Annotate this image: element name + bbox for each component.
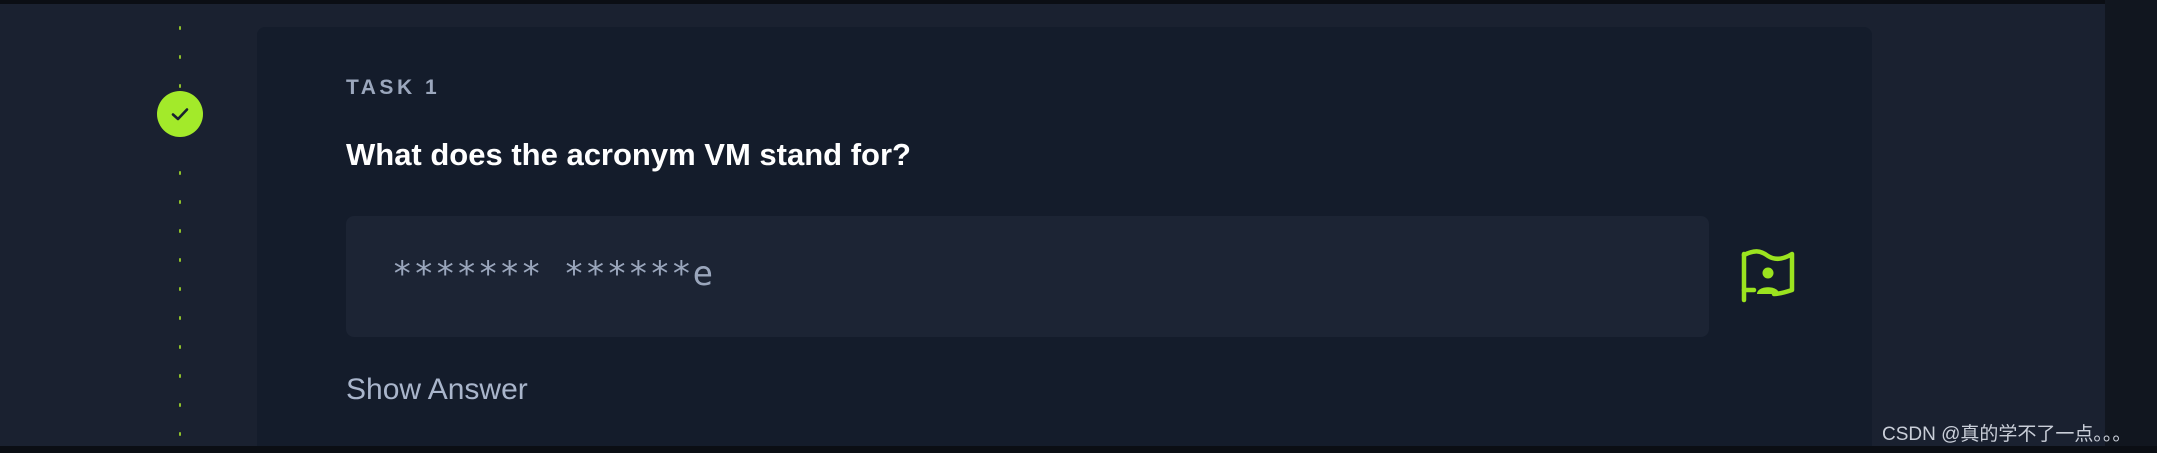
scroll-gutter — [2105, 0, 2157, 453]
timeline-dot — [179, 258, 181, 262]
flag-person-icon[interactable] — [1740, 248, 1796, 304]
timeline-dot — [179, 55, 181, 59]
task-question: What does the acronym VM stand for? — [346, 137, 911, 172]
timeline-dot — [179, 26, 181, 30]
timeline-dot — [179, 287, 181, 291]
timeline-dot — [179, 374, 181, 378]
timeline-dot — [179, 432, 181, 436]
timeline-dot — [179, 316, 181, 320]
task-label: TASK 1 — [346, 76, 441, 99]
timeline-dot — [179, 403, 181, 407]
bottom-border — [0, 446, 2157, 453]
timeline-dot — [179, 171, 181, 175]
task-timeline — [178, 4, 182, 446]
answer-value: ******* ******e — [392, 254, 715, 294]
timeline-dot — [179, 84, 181, 88]
check-icon — [171, 108, 189, 121]
timeline-dot — [179, 229, 181, 233]
timeline-dot — [179, 200, 181, 204]
task-completed-indicator — [157, 91, 203, 137]
watermark: CSDN @真的学不了一点。。。 — [1882, 424, 2132, 445]
timeline-dot — [179, 345, 181, 349]
answer-field[interactable]: ******* ******e — [346, 216, 1709, 337]
show-answer-link[interactable]: Show Answer — [346, 373, 528, 407]
